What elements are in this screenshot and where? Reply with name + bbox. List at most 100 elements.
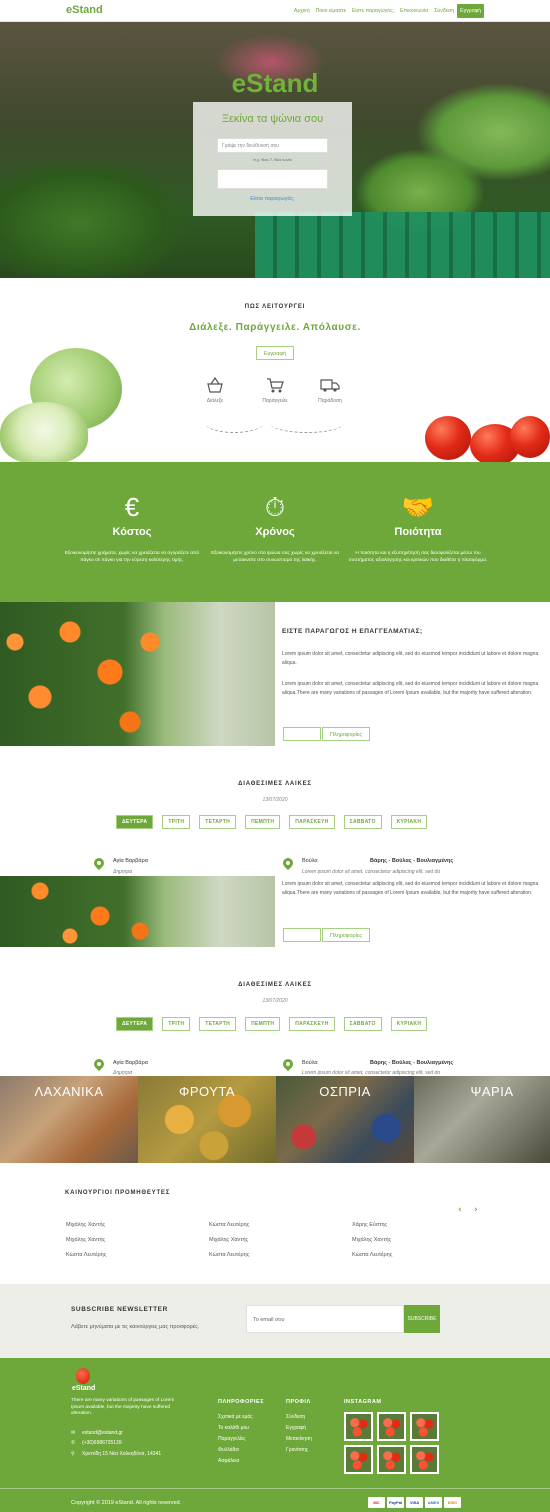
tab-monday[interactable]: ΔΕΥΤΕΡΑ: [116, 815, 154, 829]
market-name[interactable]: Αγία Βαρβάρα: [113, 858, 148, 864]
markets-heading: ΔΙΑΘΕΣΙΜΕΣ ΛΑΙΚΕΣ: [238, 982, 312, 988]
footer-link[interactable]: Ασφάλεια: [218, 1458, 239, 1464]
tab-friday[interactable]: ΠΑΡΑΣΚΕΥΗ: [289, 1017, 335, 1031]
tab-monday[interactable]: ΔΕΥΤΕΡΑ: [116, 1017, 154, 1031]
nav-item-login[interactable]: Σύνδεση: [431, 4, 457, 18]
supplier-name[interactable]: Μιχάλης Χαντής: [66, 1222, 105, 1228]
market-name[interactable]: Βούλα: [302, 858, 318, 864]
footer-link[interactable]: Σύνδεση: [286, 1414, 305, 1420]
how-register-button[interactable]: Εγγραφή: [256, 346, 294, 360]
footer-link[interactable]: Γρανίτσης: [286, 1447, 308, 1453]
nav-item-contact[interactable]: Επικοινωνία: [397, 4, 431, 18]
feature-title: Ποιότητα: [394, 526, 442, 538]
producer-paragraph: Lorem ipsum dolor sit amet, consectetur …: [282, 651, 539, 666]
clock-icon: ⏱: [264, 492, 286, 522]
markets-date: 13/07/2020: [262, 998, 288, 1004]
paypal-icon: PayPal: [387, 1497, 404, 1508]
footer-link[interactable]: Σχετικά με εμάς: [218, 1414, 253, 1420]
instagram-photo[interactable]: [377, 1445, 406, 1474]
tab-saturday[interactable]: ΣΑΒΒΑΤΟ: [343, 1017, 382, 1031]
tab-tuesday[interactable]: ΤΡΙΤΗ: [162, 815, 191, 829]
supplier-name[interactable]: Χάρης Εύστης: [352, 1222, 387, 1228]
supplier-name[interactable]: Μιχάλης Χαντής: [352, 1237, 391, 1243]
producer-title: ΕΙΣΤΕ ΠΑΡΑΓΩΓΟΣ Η ΕΠΑΓΓΕΛΜΑΤΙΑΣ;: [282, 628, 423, 635]
tab-saturday[interactable]: ΣΑΒΒΑΤΟ: [343, 815, 382, 829]
nav-menu: Αρχική Ποιοι είμαστε Είστε παραγωγός; Επ…: [291, 4, 484, 18]
step-choose-label: Διάλεξε: [206, 398, 224, 404]
instagram-photo[interactable]: [410, 1445, 439, 1474]
tab-thursday[interactable]: ΠΕΜΠΤΗ: [245, 815, 281, 829]
markets-heading: ΔΙΑΘΕΣΙΜΕΣ ΛΑΙΚΕΣ: [238, 781, 312, 787]
market-paragraph: Lorem ipsum dolor sit amet, consectetur …: [282, 881, 539, 896]
category-label: ΛΑΧΑΝΙΚΑ: [34, 1084, 104, 1099]
feature-time: ⏱ Χρόνος Εξοικονομήστε χρόνο στα ψώνια σ…: [195, 492, 355, 564]
category-vegetables[interactable]: ΛΑΧΑΝΙΚΑ: [0, 1076, 138, 1163]
instagram-photo[interactable]: [377, 1412, 406, 1441]
footer-link[interactable]: Το καλάθι μου: [218, 1425, 249, 1431]
subscribe-button[interactable]: SUBSCRIBE: [404, 1305, 440, 1333]
producer-blank-button[interactable]: [283, 727, 321, 741]
truck-icon: [320, 379, 340, 392]
instagram-photo[interactable]: [344, 1412, 373, 1441]
footer-profile-heading: ΠΡΟΦΙΛ: [286, 1399, 311, 1405]
producer-paragraph: Lorem ipsum dolor sit amet, consectetur …: [282, 681, 539, 696]
feature-title: Χρόνος: [255, 526, 295, 538]
address-input[interactable]: Γράψε την διεύθυνσή σου: [217, 138, 328, 153]
producer-link[interactable]: Είσαι παραγωγός;: [193, 196, 352, 202]
basket-icon: [207, 376, 223, 393]
nav-item-producer[interactable]: Είστε παραγωγός;: [349, 4, 397, 18]
footer-link[interactable]: Παραγγελίες: [218, 1436, 246, 1442]
tab-sunday[interactable]: ΚΥΡΙΑΚΗ: [390, 1017, 428, 1031]
map-pin-icon: [280, 855, 296, 872]
market-info-button[interactable]: Πληροφορίες: [322, 928, 370, 942]
footer-email[interactable]: estand@estand.gr: [82, 1430, 123, 1436]
euro-icon: €: [124, 492, 140, 522]
footer-info-heading: ΠΛΗΡΟΦΟΡΙΕΣ: [218, 1399, 265, 1405]
tab-friday[interactable]: ΠΑΡΑΣΚΕΥΗ: [289, 815, 335, 829]
producer-info-button[interactable]: Πληροφορίες: [322, 727, 370, 741]
newsletter-subtitle: Λάβετε μηνύματα με τις καινούργιες μας π…: [71, 1324, 200, 1330]
instagram-photo[interactable]: [410, 1412, 439, 1441]
supplier-name[interactable]: Κώστα Λευτέρης: [209, 1252, 249, 1258]
tab-tuesday[interactable]: ΤΡΙΤΗ: [162, 1017, 191, 1031]
footer-link[interactable]: Μετακίνηση: [286, 1436, 312, 1442]
mastercard-icon: MC: [368, 1497, 385, 1508]
amex-icon: AMEX: [425, 1497, 442, 1508]
supplier-name[interactable]: Κώστα Λευτέρης: [352, 1252, 392, 1258]
market-sub: Δημητρα: [113, 869, 133, 875]
feature-text: Η ποιότητα και η εξυπηρέτησή σας διασφαλ…: [348, 551, 488, 563]
tab-thursday[interactable]: ΠΕΜΠΤΗ: [245, 1017, 281, 1031]
supplier-name[interactable]: Μιχάλης Χαντής: [209, 1237, 248, 1243]
supplier-name[interactable]: Κώστα Λευτέρης: [209, 1222, 249, 1228]
site-logo[interactable]: eStand: [66, 4, 103, 16]
tab-wednesday[interactable]: ΤΕΤΑΡΤΗ: [199, 1017, 237, 1031]
tab-wednesday[interactable]: ΤΕΤΑΡΤΗ: [199, 815, 237, 829]
map-pin-icon: [91, 1056, 107, 1073]
hero-search-box: Ξεκίνα τα ψώνια σου Γράψε την διεύθυνσή …: [193, 102, 352, 216]
register-button[interactable]: Εγγραφή: [457, 4, 484, 18]
category-fish[interactable]: ΨΑΡΙΑ: [414, 1076, 550, 1163]
chevron-left-icon[interactable]: ‹: [458, 1205, 462, 1215]
market-name[interactable]: Βούλα: [302, 1060, 318, 1066]
tab-sunday[interactable]: ΚΥΡΙΑΚΗ: [390, 815, 428, 829]
supplier-name[interactable]: Μιχάλης Χαντής: [66, 1237, 105, 1243]
category-label: ΨΑΡΙΑ: [470, 1084, 514, 1099]
footer-phone[interactable]: (+30)6986725139: [82, 1440, 122, 1446]
nav-item-about[interactable]: Ποιοι είμαστε: [313, 4, 349, 18]
market-blank-button[interactable]: [283, 928, 321, 942]
market-name[interactable]: Αγία Βαρβάρα: [113, 1060, 148, 1066]
footer-link[interactable]: Εγγραφή: [286, 1425, 306, 1431]
newsletter-email-input[interactable]: Το email σου: [246, 1305, 404, 1333]
newsletter-title: SUBSCRIBE NEWSLETTER: [71, 1306, 168, 1313]
category-fruits[interactable]: ΦΡΟΥΤΑ: [138, 1076, 276, 1163]
supplier-name[interactable]: Κώστα Λευτέρης: [66, 1252, 106, 1258]
footer-logo[interactable]: eStand: [72, 1385, 95, 1392]
chevron-right-icon[interactable]: ›: [474, 1205, 478, 1215]
nav-item-home[interactable]: Αρχική: [291, 4, 313, 18]
instagram-photo[interactable]: [344, 1445, 373, 1474]
category-legumes[interactable]: ΟΣΠΡΙΑ: [276, 1076, 414, 1163]
hero-section: eStand Ξεκίνα τα ψώνια σου Γράψε την διε…: [0, 22, 550, 278]
footer-link[interactable]: Φυλλάδιο: [218, 1447, 239, 1453]
footer-about: There are many variations of passages of…: [71, 1398, 175, 1416]
secondary-input[interactable]: [217, 169, 328, 189]
